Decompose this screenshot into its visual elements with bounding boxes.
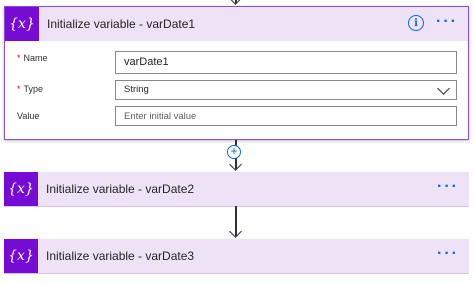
more-options-button[interactable]: ··· [437, 172, 459, 206]
chevron-down-icon [437, 82, 450, 95]
step-header-vardate1[interactable]: {x} Initialize variable - varDate1 i ··· [5, 7, 468, 41]
step-title: Initialize variable - varDate2 [46, 182, 195, 196]
step-title: Initialize variable - varDate1 [47, 17, 196, 31]
type-label: * Type [17, 84, 44, 94]
variable-icon: {x} [5, 7, 39, 41]
connector-arrowhead [229, 158, 242, 171]
info-icon[interactable]: i [408, 15, 424, 31]
step-header-vardate3[interactable]: {x} Initialize variable - varDate3 ··· [4, 239, 469, 274]
value-field[interactable] [115, 106, 457, 126]
name-label: * Name [17, 53, 48, 63]
more-options-button[interactable]: ··· [437, 239, 459, 273]
step-card-vardate3[interactable]: {x} Initialize variable - varDate3 ··· [4, 239, 469, 274]
connector-arrow-top [229, 0, 242, 5]
step-card-vardate1[interactable]: {x} Initialize variable - varDate1 i ···… [4, 6, 469, 140]
type-dropdown[interactable]: String [115, 80, 457, 100]
required-mark: * [17, 84, 21, 94]
more-options-button[interactable]: ··· [436, 7, 458, 41]
required-mark: * [17, 53, 21, 63]
value-label: Value [17, 111, 40, 121]
type-selected-value: String [124, 84, 149, 95]
name-field[interactable]: varDate1 [115, 51, 457, 74]
connector-arrowhead [229, 225, 242, 238]
step-header-vardate2[interactable]: {x} Initialize variable - varDate2 ··· [4, 172, 469, 207]
add-step-button[interactable]: + [227, 145, 241, 159]
step-card-vardate2[interactable]: {x} Initialize variable - varDate2 ··· [4, 172, 469, 207]
variable-icon: {x} [4, 239, 38, 273]
step-title: Initialize variable - varDate3 [46, 249, 195, 263]
variable-icon: {x} [4, 172, 38, 206]
value-input[interactable] [124, 108, 423, 125]
